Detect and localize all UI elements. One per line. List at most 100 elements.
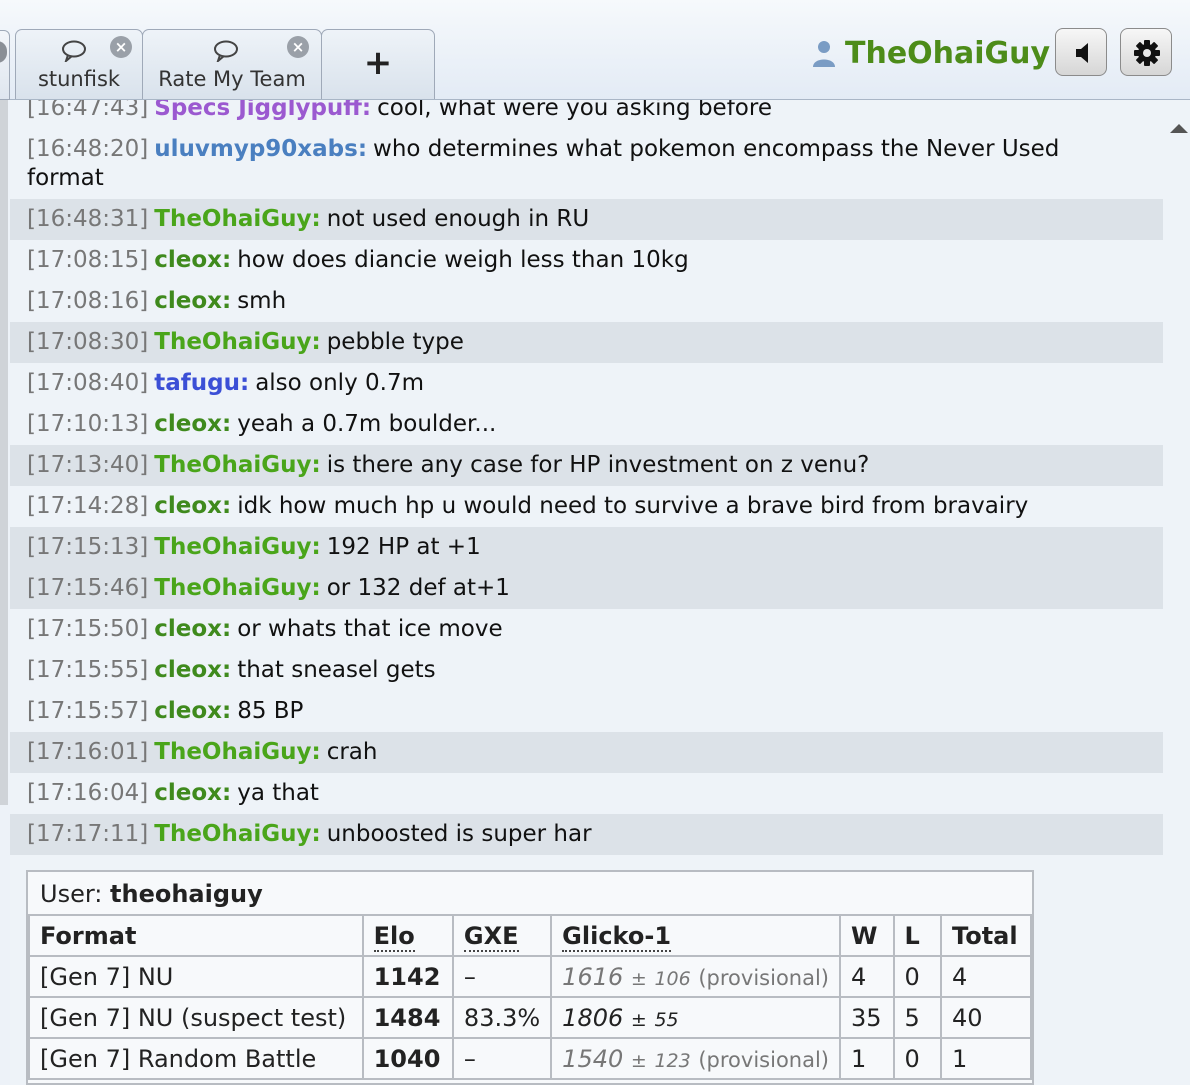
provisional-tag: (provisional) [698, 1047, 829, 1072]
message-username[interactable]: cleox: [154, 493, 231, 519]
message-timestamp: [16:48:20] [27, 136, 149, 162]
cell-gxe: – [451, 955, 553, 998]
message-username[interactable]: Specs Jigglypuff: [154, 100, 371, 121]
message-text: ya that [237, 780, 319, 806]
message-username[interactable]: TheOhaiGuy: [154, 575, 320, 601]
chat-message: [17:15:46] TheOhaiGuy: or 132 def at+1 [10, 568, 1163, 609]
message-text: or whats that ice move [237, 616, 503, 642]
tab-close-icon[interactable]: × [110, 36, 132, 58]
rating-deviation: 55 [654, 1008, 679, 1031]
message-username[interactable]: cleox: [154, 657, 231, 683]
sound-button[interactable] [1055, 28, 1107, 76]
message-timestamp: [17:15:50] [27, 616, 149, 642]
rating-deviation: 106 [654, 967, 691, 990]
user-icon [813, 41, 835, 67]
col-format: Format [28, 914, 364, 957]
col-losses: L [892, 914, 943, 957]
tab-previous-partial[interactable] [0, 30, 10, 100]
plus-minus: ± [630, 1008, 647, 1031]
message-username[interactable]: TheOhaiGuy: [154, 206, 320, 232]
plus-minus: ± [630, 1049, 647, 1072]
message-timestamp: [17:10:13] [27, 411, 149, 437]
message-timestamp: [17:08:15] [27, 247, 149, 273]
table-header-row: Format Elo GXE Glicko-1 W L Total [28, 914, 1032, 957]
message-username[interactable]: cleox: [154, 698, 231, 724]
ladder-table: Format Elo GXE Glicko-1 W L Total [Gen 7… [28, 914, 1032, 1080]
message-text: how does diancie weigh less than 10kg [237, 247, 689, 273]
chat-message: [16:48:20] uluvmyp90xabs: who determines w… [10, 129, 1163, 199]
message-timestamp: [17:15:57] [27, 698, 149, 724]
username[interactable]: TheOhaiGuy [845, 36, 1050, 71]
message-list: [16:47:43] Specs Jigglypuff: cool, what we… [10, 100, 1163, 855]
chat-message: [17:08:30] TheOhaiGuy: pebble type [10, 322, 1163, 363]
message-timestamp: [17:16:01] [27, 739, 149, 765]
cell-glicko: 1616 ± 106 (provisional) [550, 955, 841, 998]
speaker-icon [1076, 43, 1088, 63]
message-username[interactable]: TheOhaiGuy: [154, 821, 320, 847]
message-text: or 132 def at+1 [326, 575, 510, 601]
cell-wins: 1 [839, 1037, 895, 1080]
table-row: [Gen 7] Random Battle 1040–1540 ± 123 (pr… [28, 1037, 1032, 1080]
message-username[interactable]: TheOhaiGuy: [154, 739, 320, 765]
col-total: Total [940, 914, 1032, 957]
message-timestamp: [17:16:04] [27, 780, 149, 806]
cell-losses: 0 [892, 1037, 943, 1080]
chat-message: [17:15:55] cleox: that sneasel gets [10, 650, 1163, 691]
message-text: crah [326, 739, 378, 765]
glicko-rating: 1540 [562, 1044, 624, 1073]
message-username[interactable]: cleox: [154, 288, 231, 314]
message-text: not used enough in RU [326, 206, 590, 232]
chat-message: [17:15:57] cleox: 85 BP [10, 691, 1163, 732]
message-username[interactable]: cleox: [154, 780, 231, 806]
message-timestamp: [16:48:31] [27, 206, 149, 232]
col-elo: Elo [361, 914, 454, 957]
settings-button[interactable] [1120, 28, 1172, 76]
chat-message: [17:08:15] cleox: how does diancie weigh l… [10, 240, 1163, 281]
ladder-rank-box: User: theohaiguy Format Elo GXE Glicko-1… [26, 870, 1034, 1085]
rank-username: theohaiguy [110, 880, 263, 908]
tab-close-icon[interactable] [0, 41, 7, 63]
gear-icon [1134, 40, 1160, 66]
chat-message: [17:16:01] TheOhaiGuy: crah [10, 732, 1163, 773]
cell-format: [Gen 7] Random Battle [28, 1037, 364, 1080]
tab-label: Rate My Team [158, 67, 306, 91]
message-username[interactable]: tafugu: [154, 370, 249, 396]
message-text: yeah a 0.7m boulder... [237, 411, 497, 437]
chat-message: [17:08:40] tafugu: also only 0.7m [10, 363, 1163, 404]
chat-message: [17:15:50] cleox: or whats that ice move [10, 609, 1163, 650]
message-username[interactable]: TheOhaiGuy: [154, 329, 320, 355]
message-username[interactable]: cleox: [154, 411, 231, 437]
message-timestamp: [17:15:46] [27, 575, 149, 601]
message-text: 85 BP [237, 698, 304, 724]
message-username[interactable]: TheOhaiGuy: [154, 534, 320, 560]
tab-label: stunfisk [37, 67, 121, 91]
tab-stunfisk[interactable]: × stunfisk [15, 29, 143, 99]
cell-losses: 5 [892, 996, 943, 1039]
tab-close-icon[interactable]: × [287, 36, 309, 58]
message-text: cool, what were you asking before [377, 100, 772, 121]
new-tab-button[interactable]: + [321, 29, 435, 99]
chat-scrollbar[interactable] [1163, 100, 1190, 1085]
message-username[interactable]: uluvmyp90xabs: [154, 136, 367, 162]
message-text: also only 0.7m [255, 370, 424, 396]
scroll-up-arrow-icon[interactable] [1170, 124, 1188, 133]
provisional-tag: (provisional) [698, 965, 829, 990]
chat-message: [17:15:13] TheOhaiGuy: 192 HP at +1 [10, 527, 1163, 568]
left-scroll-edge [0, 100, 8, 805]
col-glicko: Glicko-1 [550, 914, 841, 957]
cell-gxe: – [451, 1037, 553, 1080]
chat-bubble-icon [214, 40, 238, 62]
rank-user-line: User: theohaiguy [40, 880, 263, 908]
message-timestamp: [17:08:30] [27, 329, 149, 355]
chat-message: [16:47:43] Specs Jigglypuff: cool, what we… [10, 100, 1163, 129]
cell-total: 40 [940, 996, 1032, 1039]
message-username[interactable]: cleox: [154, 616, 231, 642]
message-timestamp: [17:15:13] [27, 534, 149, 560]
message-username[interactable]: TheOhaiGuy: [154, 452, 320, 478]
tab-rate-my-team[interactable]: × Rate My Team [142, 29, 322, 99]
message-username[interactable]: cleox: [154, 247, 231, 273]
glicko-rating: 1616 [562, 962, 624, 991]
cell-elo: 1040 [361, 1037, 454, 1080]
message-timestamp: [17:14:28] [27, 493, 149, 519]
rating-deviation: 123 [654, 1049, 691, 1072]
